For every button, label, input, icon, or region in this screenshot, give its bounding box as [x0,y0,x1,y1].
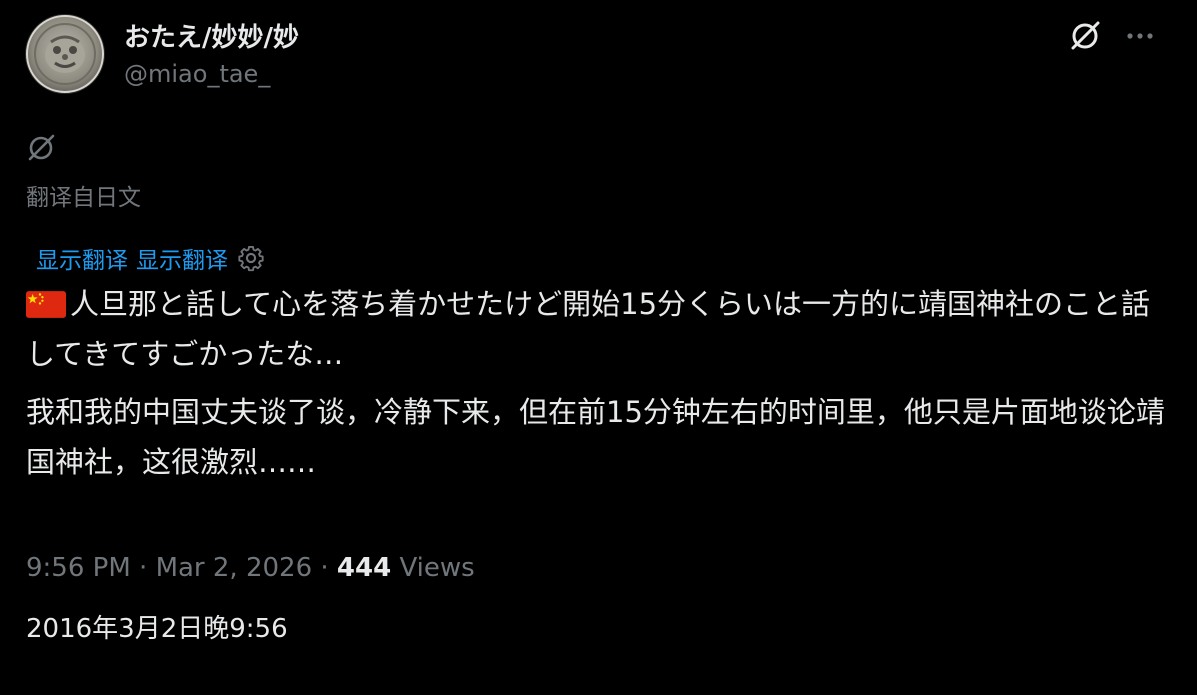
translated-date: 2016年3月2日晚9:56 [26,614,288,644]
more-icon-graphic [1127,33,1153,39]
translated-from-label: 翻译自日文 [26,185,141,211]
post-meta: 9:56 PM · Mar 2, 2026 · 444 Views [26,553,475,583]
gear-icon[interactable] [236,243,266,273]
author-display-name[interactable]: おたえ/妙妙/妙 [124,17,299,54]
show-translation-link-secondary[interactable]: 显示翻译 [136,241,228,275]
views-label: Views [399,553,475,583]
meta-separator-2: · [312,553,337,583]
grok-icon[interactable] [1065,16,1105,56]
meta-separator: · [130,553,156,583]
more-icon[interactable] [1120,16,1160,56]
china-flag-icon [26,283,66,318]
show-translation-row: 显示翻译 显示翻译 [36,241,266,275]
post-date[interactable]: Mar 2, 2026 [156,553,313,583]
post-original-text: 人旦那と話して心を落ち着かせたけど開始15分くらいは一方的に靖国神社のこと話して… [26,279,1176,379]
grok-icon-graphic [1071,21,1100,50]
post-translated-text: 我和我的中国丈夫谈了谈，冷静下来，但在前15分钟左右的时间里，他只是片面地谈论靖… [26,395,1165,479]
grok-translation-icon [26,131,58,163]
show-translation-link[interactable]: 显示翻译 [36,241,128,275]
views-count: 444 [336,553,392,583]
avatar-image [25,14,105,94]
tweet-container: おたえ/妙妙/妙 @miao_tae_ 翻译自日文 显示翻译 显示翻译 人旦那と… [0,0,1197,695]
post-time[interactable]: 9:56 PM [26,553,131,583]
avatar[interactable] [25,14,105,94]
original-text-content: 人旦那と話して心を落ち着かせたけど開始15分くらいは一方的に靖国神社のこと話して… [26,287,1151,371]
author-handle[interactable]: @miao_tae_ [124,60,270,88]
